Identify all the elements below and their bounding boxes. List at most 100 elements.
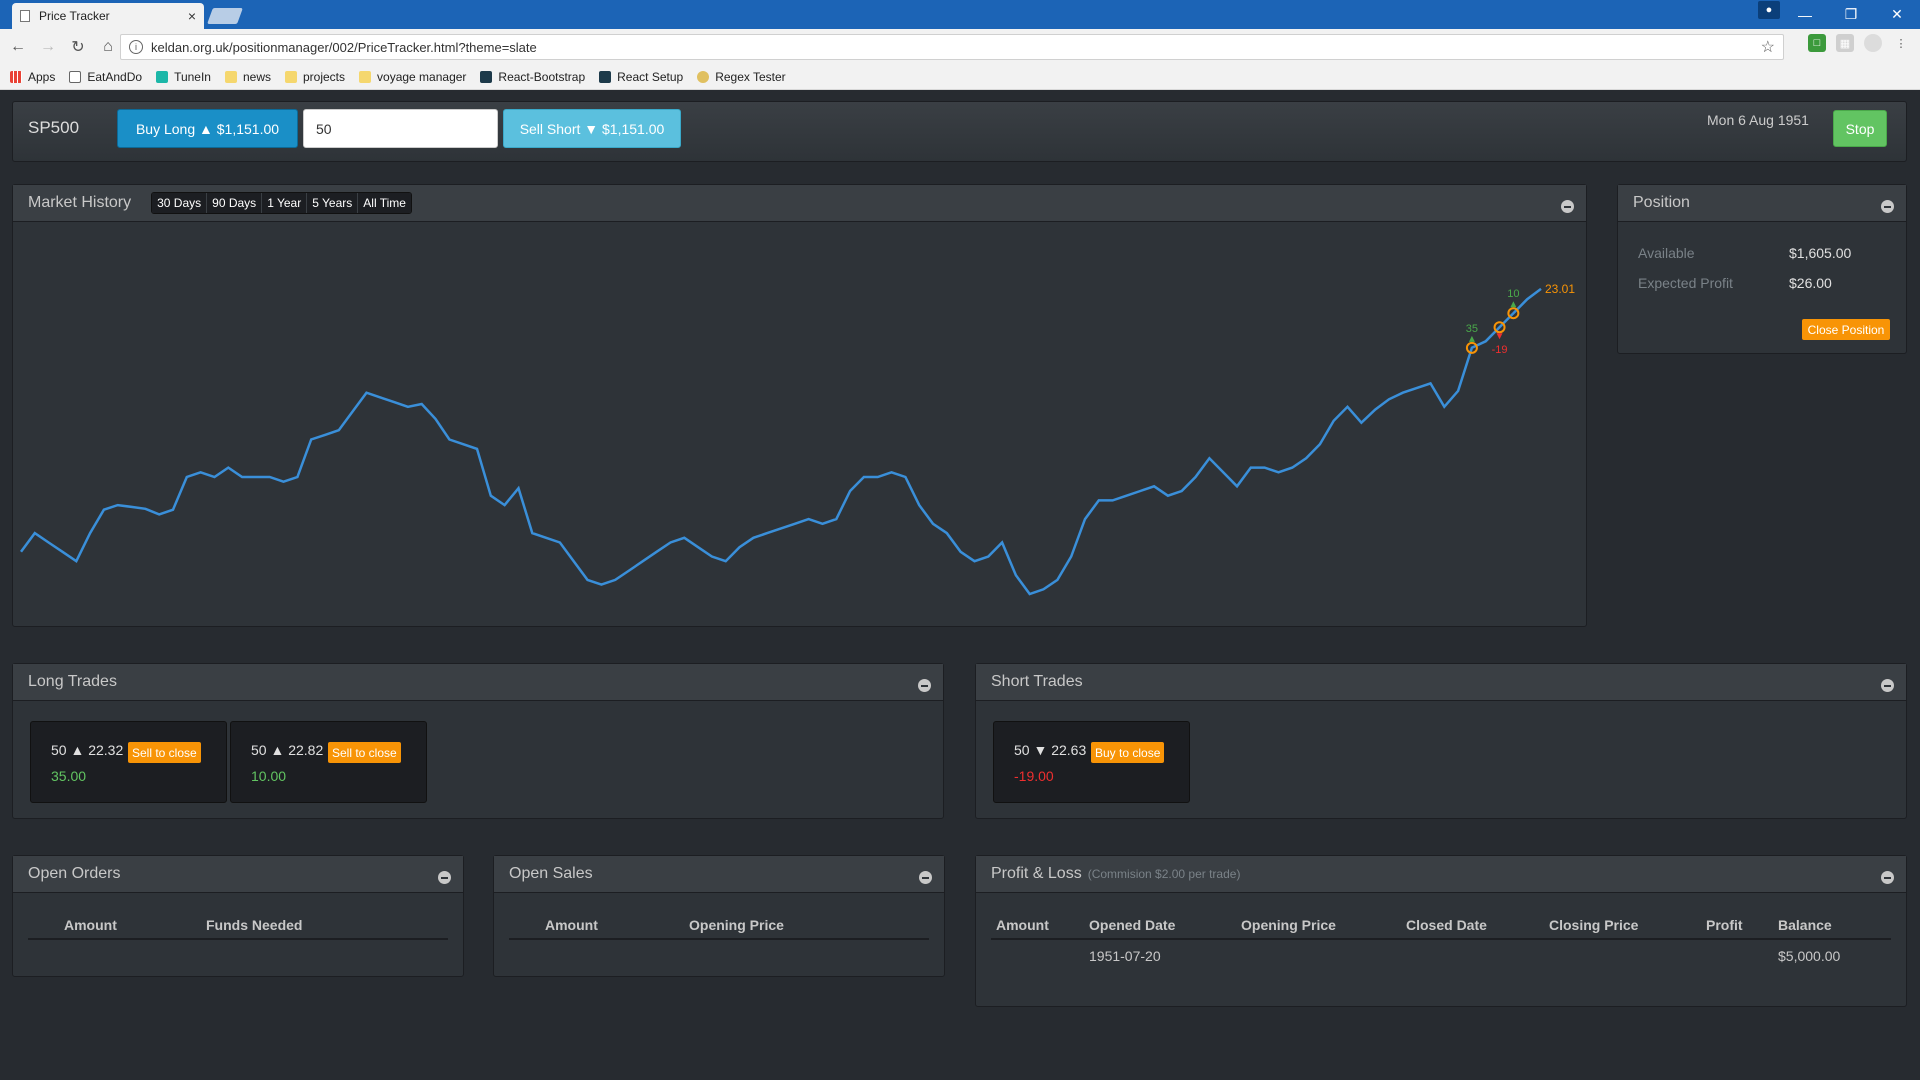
range-90-days[interactable]: 90 Days [207, 193, 263, 213]
back-icon[interactable]: ← [6, 35, 30, 59]
collapse-icon[interactable] [919, 871, 932, 884]
bookmark-react-setup[interactable]: React Setup [599, 70, 683, 84]
cell-balance: $5,000.00 [1778, 948, 1841, 964]
close-window-icon[interactable]: ✕ [1874, 0, 1920, 29]
range-all-time[interactable]: All Time [358, 193, 411, 213]
browser-tab[interactable]: Price Tracker × [12, 3, 204, 29]
regex-icon [697, 71, 710, 83]
apps-grid-icon [10, 71, 22, 83]
extensions-area: □ ▦ ⋮ [1808, 34, 1910, 52]
trade-card: 50 ▲ 22.32 Sell to close 35.00 [30, 721, 227, 803]
range-5-years[interactable]: 5 Years [307, 193, 359, 213]
address-bar[interactable]: i keldan.org.uk/positionmanager/002/Pric… [120, 34, 1784, 60]
commission-note: (Commision $2.00 per trade) [1087, 867, 1241, 881]
restore-icon[interactable]: ❐ [1828, 0, 1874, 29]
buy-long-button[interactable]: Buy Long ▲ $1,151.00 [117, 109, 298, 148]
home-icon[interactable]: ⌂ [96, 35, 120, 59]
table-row: 1951-07-20 $5,000.00 [991, 940, 1891, 972]
bookmark-tunein[interactable]: TuneIn [156, 70, 211, 84]
cell-opened-date: 1951-07-20 [1089, 948, 1161, 964]
collapse-icon[interactable] [438, 871, 451, 884]
bookmark-voyage-manager[interactable]: voyage manager [359, 70, 466, 84]
stop-button[interactable]: Stop [1833, 110, 1887, 147]
buy-to-close-button[interactable]: Buy to close [1091, 742, 1165, 763]
document-icon [20, 10, 30, 22]
user-profile-icon[interactable]: ● [1758, 1, 1780, 19]
column-header: Profit [1706, 917, 1743, 933]
folder-icon [359, 71, 372, 83]
site-info-icon[interactable]: i [129, 40, 143, 54]
collapse-icon[interactable] [918, 679, 931, 692]
collapse-icon[interactable] [1561, 200, 1574, 213]
extension-icon[interactable]: □ [1808, 34, 1826, 52]
available-label: Available [1638, 245, 1695, 261]
bookmarks-bar: Apps EatAndDo TuneIn news projects voyag… [0, 65, 1920, 90]
range-selector: 30 Days 90 Days 1 Year 5 Years All Time [151, 192, 412, 214]
available-value: $1,605.00 [1789, 245, 1852, 261]
sell-short-button[interactable]: Sell Short ▼ $1,151.00 [503, 109, 681, 148]
bookmark-react-bootstrap[interactable]: React-Bootstrap [480, 70, 585, 84]
panel-title: Short Trades [991, 673, 1083, 690]
trade-bar: SP500 Buy Long ▲ $1,151.00 Sell Short ▼ … [12, 101, 1907, 162]
column-header: Amount [64, 917, 117, 933]
sell-to-close-button[interactable]: Sell to close [328, 742, 401, 763]
quantity-input[interactable] [303, 109, 498, 148]
forward-icon[interactable]: → [36, 35, 60, 59]
trade-pnl-label: -19 [1492, 344, 1508, 356]
column-header: Balance [1778, 917, 1832, 933]
bookmark-projects[interactable]: projects [285, 70, 345, 84]
position-panel: Position Available $1,605.00 Expected Pr… [1617, 184, 1907, 354]
current-date: Mon 6 Aug 1951 [1707, 112, 1809, 128]
column-header: Closing Price [1549, 917, 1639, 933]
collapse-icon[interactable] [1881, 200, 1894, 213]
folder-icon [224, 71, 237, 83]
menu-icon[interactable]: ⋮ [1892, 34, 1910, 52]
panel-title: Profit & Loss [991, 865, 1082, 882]
extension-icon[interactable]: ▦ [1836, 34, 1854, 52]
sell-to-close-button[interactable]: Sell to close [128, 742, 201, 763]
panel-title: Open Sales [509, 865, 593, 882]
expected-profit-value: $26.00 [1789, 275, 1832, 291]
trade-pnl: 10.00 [251, 768, 287, 784]
bookmark-eatanddo[interactable]: EatAndDo [69, 70, 142, 84]
panel-header: Market History 30 Days 90 Days 1 Year 5 … [13, 185, 1586, 222]
reload-icon[interactable]: ↻ [66, 35, 90, 59]
range-1-year[interactable]: 1 Year [262, 193, 308, 213]
trade-pnl: 35.00 [51, 768, 87, 784]
minimize-icon[interactable]: — [1782, 0, 1828, 29]
browser-titlebar: Price Tracker × ● — ❐ ✕ [0, 0, 1920, 29]
bookmark-regex-tester[interactable]: Regex Tester [697, 70, 786, 84]
bookmark-star-icon[interactable]: ☆ [1761, 37, 1775, 57]
trade-card: 50 ▼ 22.63 Buy to close -19.00 [993, 721, 1190, 803]
url-text[interactable]: keldan.org.uk/positionmanager/002/PriceT… [151, 40, 1761, 55]
column-header: Opened Date [1089, 917, 1176, 933]
price-line [19, 287, 1542, 596]
panel-header: Short Trades [976, 664, 1906, 701]
column-header: Amount [996, 917, 1049, 933]
panel-header: Position [1618, 185, 1906, 222]
tab-close-icon[interactable]: × [188, 8, 196, 24]
new-tab-button[interactable] [207, 8, 243, 24]
column-header: Opening Price [689, 917, 784, 933]
bookmark-news[interactable]: news [224, 70, 271, 84]
trade-pnl-label: 35 [1466, 323, 1478, 335]
tab-title: Price Tracker [39, 9, 110, 23]
trade-card: 50 ▲ 22.82 Sell to close 10.00 [230, 721, 427, 803]
panel-header: Profit & Loss (Commision $2.00 per trade… [976, 856, 1906, 893]
column-header: Funds Needed [206, 917, 303, 933]
close-position-button[interactable]: Close Position [1802, 319, 1890, 340]
browser-toolbar: ← → ↻ ⌂ i keldan.org.uk/positionmanager/… [0, 29, 1920, 65]
trade-pnl-label: 10 [1507, 288, 1519, 300]
last-price-label: 23.01 [1545, 282, 1575, 296]
bookmark-apps[interactable]: Apps [10, 70, 55, 84]
column-header: Opening Price [1241, 917, 1336, 933]
page-icon [69, 71, 82, 83]
extension-icon[interactable] [1864, 34, 1882, 52]
collapse-icon[interactable] [1881, 871, 1894, 884]
collapse-icon[interactable] [1881, 679, 1894, 692]
react-icon [480, 71, 493, 83]
panel-title: Long Trades [28, 673, 117, 690]
panel-title: Market History [28, 194, 132, 211]
table-header: Amount Opening Price [509, 912, 929, 940]
range-30-days[interactable]: 30 Days [152, 193, 208, 213]
